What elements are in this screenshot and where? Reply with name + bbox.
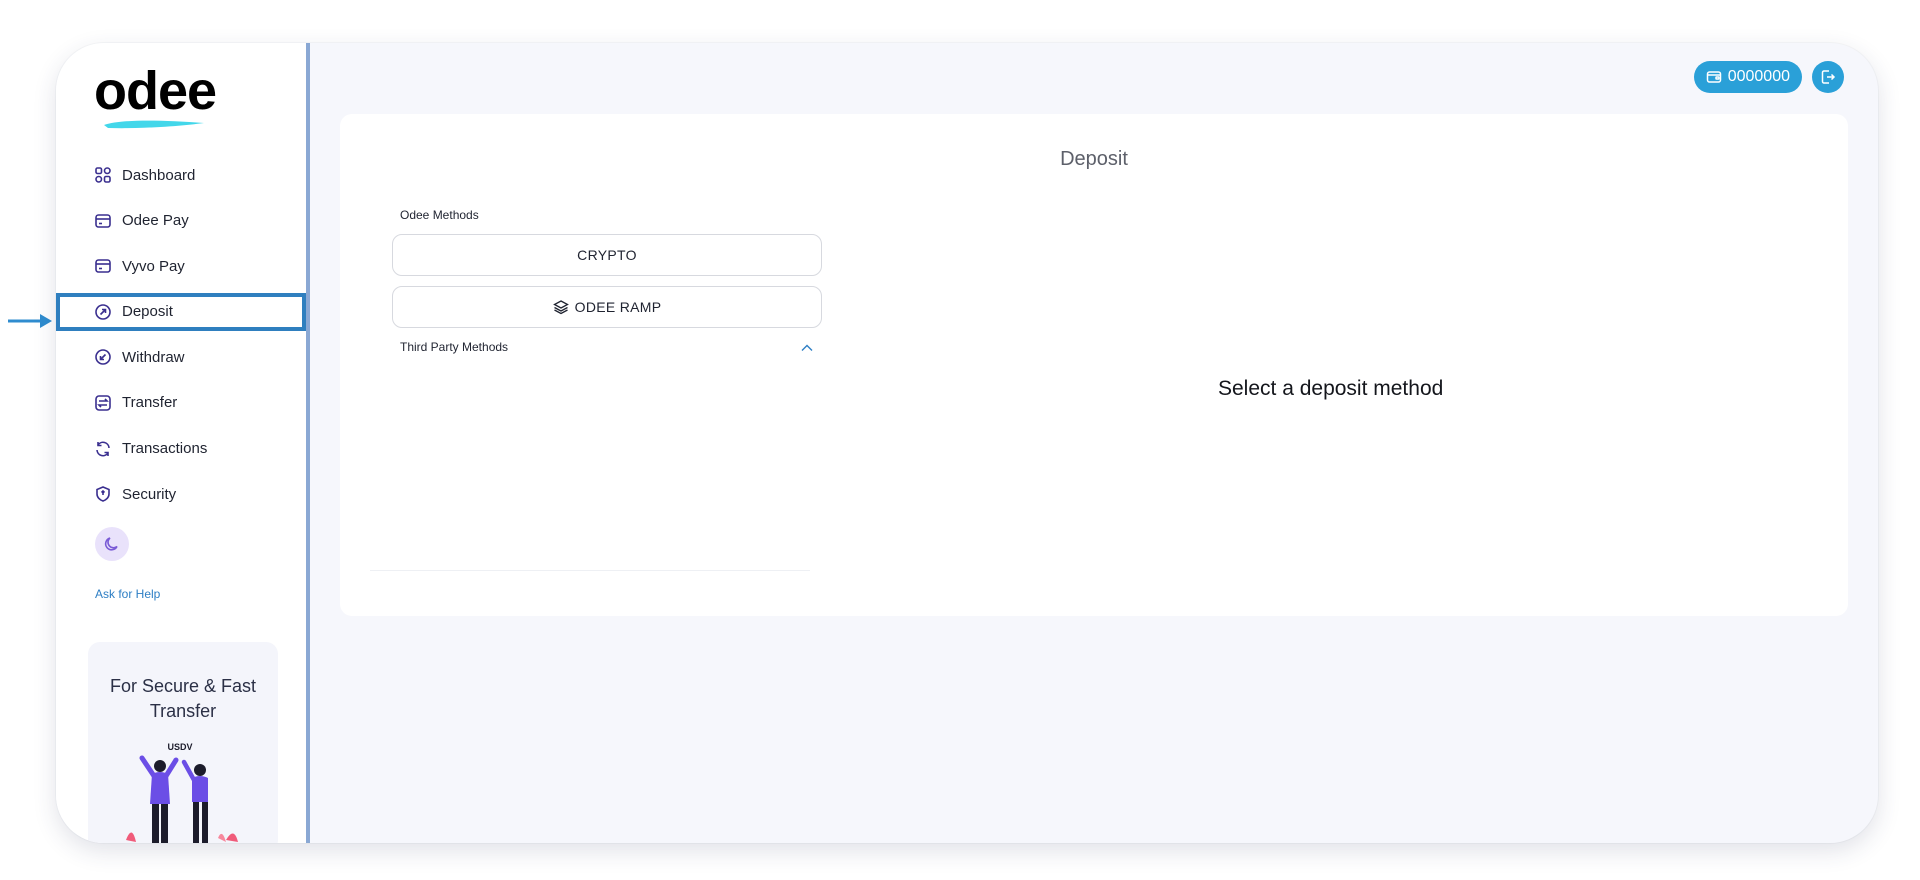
odee-ramp-method-button[interactable]: ODEE RAMP <box>392 286 822 328</box>
wallet-balance-button[interactable]: 0000000 <box>1693 61 1802 93</box>
sidebar-item-vyvo-pay[interactable]: Vyvo Pay <box>56 247 306 285</box>
app-window: odee Dashboard Odee Pay Vyvo Pay Deposit… <box>56 43 1878 843</box>
logout-icon <box>1821 70 1836 84</box>
theme-toggle-button[interactable] <box>95 527 129 561</box>
promo-title: For Secure & Fast Transfer <box>109 676 257 721</box>
sidebar-item-deposit[interactable]: Deposit <box>56 292 306 331</box>
promo-card: For Secure & Fast Transfer USDV <box>88 642 278 843</box>
chevron-up-icon[interactable] <box>800 341 814 355</box>
ask-for-help-link[interactable]: Ask for Help <box>95 587 160 601</box>
sidebar: odee Dashboard Odee Pay Vyvo Pay Deposit… <box>56 43 310 843</box>
sidebar-item-label: Transactions <box>122 440 208 458</box>
grid-icon <box>94 166 112 184</box>
page-title: Deposit <box>1060 148 1128 170</box>
sidebar-item-label: Dashboard <box>122 166 196 184</box>
promo-illustration: USDV <box>126 742 238 843</box>
transfer-icon <box>94 394 112 412</box>
sidebar-item-transfer[interactable]: Transfer <box>56 384 306 422</box>
card-icon <box>94 212 112 230</box>
wallet-icon <box>1706 71 1721 83</box>
crypto-method-button[interactable]: CRYPTO <box>392 234 822 276</box>
sidebar-item-odee-pay[interactable]: Odee Pay <box>56 202 306 240</box>
sidebar-item-label: Withdraw <box>122 348 185 366</box>
sidebar-item-label: Transfer <box>122 394 178 412</box>
layers-icon <box>552 300 569 315</box>
sidebar-item-security[interactable]: Security <box>56 475 306 513</box>
sidebar-item-label: Vyvo Pay <box>122 257 185 275</box>
moon-icon <box>104 537 118 551</box>
sidebar-item-label: Odee Pay <box>122 212 189 230</box>
method-label: CRYPTO <box>577 247 637 263</box>
sidebar-nav: Dashboard Odee Pay Vyvo Pay Deposit With… <box>56 156 306 521</box>
method-label: ODEE RAMP <box>574 299 662 315</box>
logout-button[interactable] <box>1812 61 1844 93</box>
svg-text:USDV: USDV <box>167 742 192 752</box>
deposit-card: Deposit Odee Methods CRYPTO ODEE RAMP Th… <box>340 114 1848 616</box>
wallet-balance: 0000000 <box>1727 68 1790 85</box>
refresh-icon <box>94 440 112 458</box>
sidebar-item-transactions[interactable]: Transactions <box>56 430 306 468</box>
deposit-methods-panel: Odee Methods CRYPTO ODEE RAMP Third Part… <box>370 200 822 571</box>
logo[interactable]: odee <box>94 59 224 131</box>
third-party-methods-toggle[interactable]: Third Party Methods <box>400 340 508 354</box>
logo-text: odee <box>94 61 217 121</box>
arrow-up-circle-icon <box>94 303 112 321</box>
empty-state-message: Select a deposit method <box>1218 377 1444 400</box>
sidebar-item-label: Deposit <box>122 303 173 321</box>
odee-methods-label: Odee Methods <box>400 208 479 222</box>
logo-brush-stroke-icon <box>104 120 204 129</box>
shield-icon <box>94 485 112 503</box>
card-icon <box>94 257 112 275</box>
sidebar-item-label: Security <box>122 485 177 503</box>
annotation-arrow-icon <box>8 314 52 328</box>
arrow-down-circle-icon <box>94 348 112 366</box>
sidebar-item-dashboard[interactable]: Dashboard <box>56 156 306 194</box>
sidebar-item-withdraw[interactable]: Withdraw <box>56 338 306 376</box>
